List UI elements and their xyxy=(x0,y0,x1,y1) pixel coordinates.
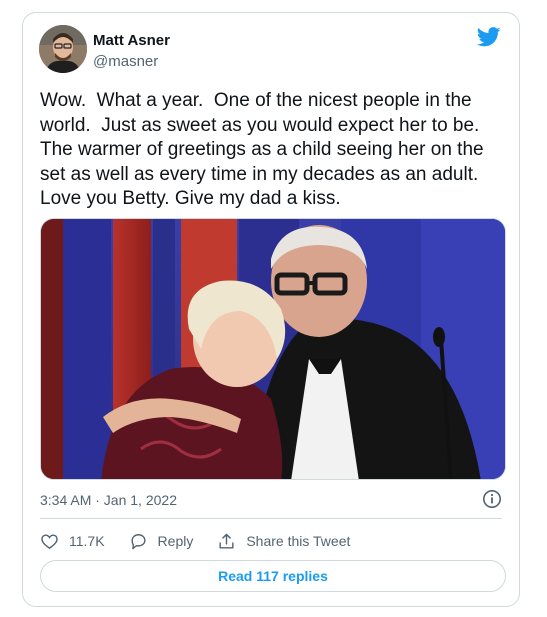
avatar[interactable] xyxy=(39,25,87,73)
share-icon xyxy=(219,533,234,549)
tweet-timestamp[interactable]: 3:34 AM · Jan 1, 2022 xyxy=(40,492,177,508)
heart-icon xyxy=(41,533,58,549)
read-replies-button[interactable]: Read 117 replies xyxy=(40,560,506,592)
like-count: 11.7K xyxy=(69,533,105,549)
tweet-actions: 11.7K Reply Share this Tweet xyxy=(40,530,374,552)
tweet-card: Matt Asner @masner Wow. What a year. One… xyxy=(22,12,520,607)
info-icon[interactable] xyxy=(482,489,502,509)
twitter-bird-icon[interactable] xyxy=(476,27,501,49)
share-button[interactable]: Share this Tweet xyxy=(217,532,350,551)
share-label: Share this Tweet xyxy=(246,533,351,549)
author-handle[interactable]: @masner xyxy=(93,53,158,70)
reply-label: Reply xyxy=(157,533,194,549)
reply-button[interactable]: Reply xyxy=(129,532,194,551)
author-name[interactable]: Matt Asner xyxy=(93,32,170,49)
like-button[interactable]: 11.7K xyxy=(40,532,105,551)
tweet-photo[interactable] xyxy=(40,218,506,480)
tweet-text: Wow. What a year. One of the nicest peop… xyxy=(40,90,489,209)
divider xyxy=(40,518,502,519)
reply-icon xyxy=(131,533,146,549)
